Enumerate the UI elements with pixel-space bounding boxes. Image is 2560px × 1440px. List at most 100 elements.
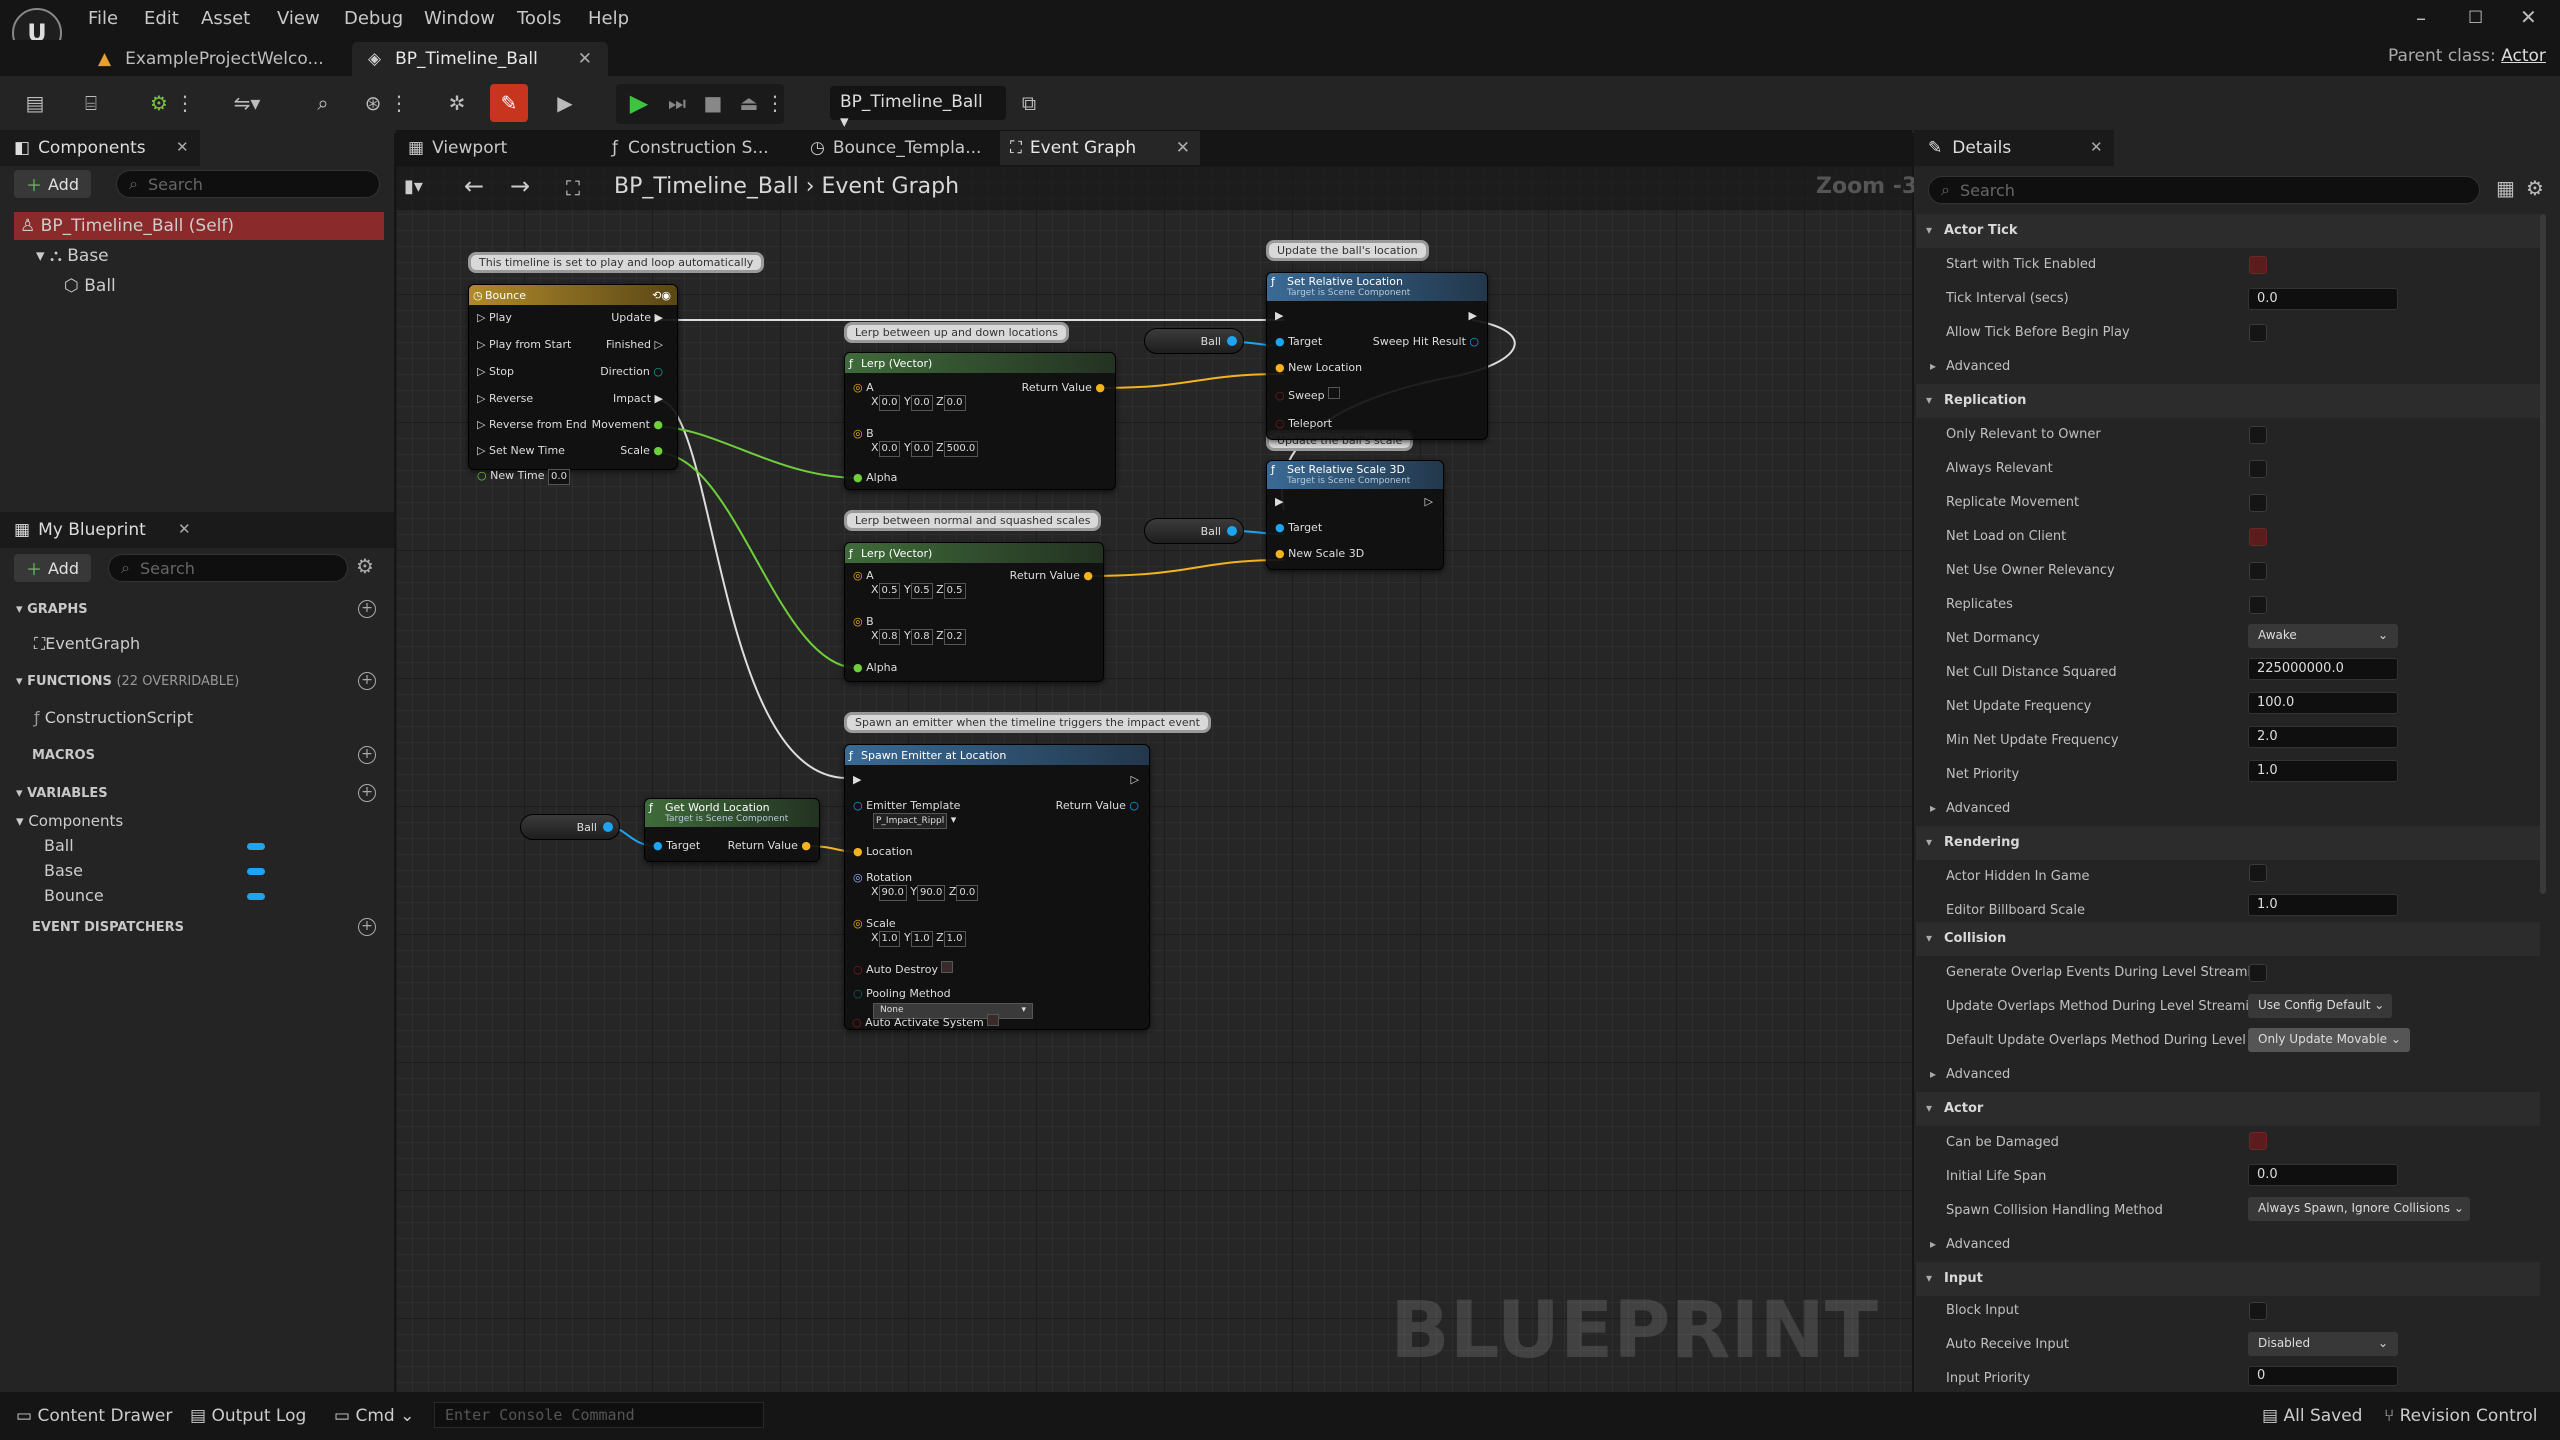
comment-update-location[interactable]: Update the ball's location bbox=[1266, 240, 1429, 261]
net-dormancy-dropdown[interactable]: Awake ⌄ bbox=[2248, 624, 2398, 648]
menu-view[interactable]: View bbox=[277, 8, 320, 29]
pin-reverse[interactable]: ▷ Reverse bbox=[477, 392, 533, 405]
replicates-checkbox[interactable] bbox=[2249, 596, 2267, 614]
add-variable-icon[interactable]: + bbox=[358, 784, 376, 802]
variable-ball[interactable]: Ball bbox=[44, 836, 74, 855]
pin-return-value[interactable]: Return Value ● bbox=[1022, 381, 1105, 394]
hide-pins-icon[interactable]: ⊛ bbox=[354, 84, 392, 122]
pin-new-location[interactable]: ● New Location bbox=[1275, 361, 1362, 374]
component-self[interactable]: ♙ BP_Timeline_Ball (Self) bbox=[20, 216, 234, 236]
minimize-icon[interactable]: – bbox=[2416, 6, 2426, 30]
section-collision[interactable]: ▾ Collision bbox=[1916, 922, 2540, 956]
class-defaults-icon[interactable]: ✎ bbox=[490, 84, 528, 122]
node-set-relative-scale[interactable]: ƒ Set Relative Scale 3D Target is Scene Co… bbox=[1266, 460, 1444, 570]
section-replication[interactable]: ▾ Replication bbox=[1916, 384, 2540, 418]
pin-exec-in[interactable]: ▶ bbox=[853, 773, 861, 786]
pin-alpha[interactable]: ● Alpha bbox=[853, 661, 897, 674]
tab-components[interactable]: ◧ Components bbox=[0, 130, 200, 166]
menu-asset[interactable]: Asset bbox=[201, 8, 250, 29]
pin-reverse-from-end[interactable]: ▷ Reverse from End bbox=[477, 418, 587, 431]
tab-example-project[interactable]: ▲ ExampleProjectWelco... bbox=[82, 42, 352, 76]
close-window-icon[interactable]: ✕ bbox=[2520, 5, 2537, 29]
pin-a[interactable]: ◎ A bbox=[853, 381, 874, 394]
maximize-icon[interactable]: ☐ bbox=[2468, 8, 2483, 28]
add-macro-icon[interactable]: + bbox=[358, 746, 376, 764]
hide-pins-options-icon[interactable]: ⋮ bbox=[389, 84, 409, 122]
pin-auto-activate[interactable]: ○ Auto Activate System bbox=[852, 1014, 1000, 1029]
pin-auto-destroy[interactable]: ○ Auto Destroy bbox=[853, 961, 954, 976]
b-fields[interactable]: X 0.8 Y 0.8 Z 0.2 bbox=[871, 629, 966, 645]
auto-receive-dropdown[interactable]: Disabled ⌄ bbox=[2248, 1332, 2398, 1356]
menu-help[interactable]: Help bbox=[588, 8, 629, 29]
cmd-dropdown[interactable]: ▭ Cmd ⌄ bbox=[334, 1406, 414, 1426]
pin-target[interactable]: ● Target bbox=[1275, 521, 1322, 534]
node-spawn-emitter[interactable]: ƒ Spawn Emitter at Location ▶ ▷ ○ Emitter… bbox=[844, 744, 1150, 1030]
component-ball[interactable]: ⬡ Ball bbox=[64, 276, 116, 296]
pin-exec-in[interactable]: ▶ bbox=[1275, 495, 1283, 508]
table-view-icon[interactable]: ▦ bbox=[2496, 176, 2515, 200]
allow-tick-checkbox[interactable] bbox=[2249, 324, 2267, 342]
node-lerp-location[interactable]: ƒ Lerp (Vector) ◎ A X 0.0 Y 0.0 Z 0.0 ◎ B X0… bbox=[844, 352, 1116, 490]
section-macros[interactable]: MACROS bbox=[32, 748, 95, 763]
pin-exec-out[interactable]: ▶ bbox=[1469, 309, 1477, 322]
only-relevant-checkbox[interactable] bbox=[2249, 426, 2267, 444]
menu-edit[interactable]: Edit bbox=[144, 8, 179, 29]
tab-event-graph[interactable]: ⛶ Event Graph ✕ bbox=[1000, 131, 1200, 165]
section-variables[interactable]: ▾ VARIABLES bbox=[16, 786, 108, 801]
node-ball-var-1[interactable]: Ball bbox=[1144, 328, 1244, 354]
stop-icon[interactable]: ■ bbox=[694, 84, 732, 122]
node-ball-var-3[interactable]: Ball bbox=[520, 814, 620, 840]
pin-movement[interactable]: Movement ● bbox=[592, 418, 663, 431]
section-actor[interactable]: ▾ Actor bbox=[1916, 1092, 2540, 1126]
pin-play[interactable]: ▷ Play bbox=[477, 311, 512, 324]
add-graph-icon[interactable]: + bbox=[358, 600, 376, 618]
components-search[interactable]: ⌕ Search bbox=[116, 170, 380, 198]
menu-file[interactable]: File bbox=[88, 8, 118, 29]
variable-category-components[interactable]: ▾ Components bbox=[16, 812, 123, 830]
add-event-dispatcher-icon[interactable]: + bbox=[358, 918, 376, 936]
pin-exec-out[interactable]: ▷ bbox=[1425, 495, 1433, 508]
pin-alpha[interactable]: ● Alpha bbox=[853, 471, 897, 484]
emitter-template-dropdown[interactable]: P_Impact_Rippl ▾ bbox=[873, 813, 956, 829]
net-priority-field[interactable]: 1.0 bbox=[2248, 760, 2398, 782]
pin-new-scale[interactable]: ● New Scale 3D bbox=[1275, 547, 1364, 560]
block-input-checkbox[interactable] bbox=[2249, 1302, 2267, 1320]
settings-gear-icon[interactable]: ⚙ bbox=[2526, 176, 2544, 200]
breadcrumb-blueprint[interactable]: BP_Timeline_Ball bbox=[614, 174, 799, 199]
close-my-blueprint-icon[interactable]: ✕ bbox=[178, 520, 191, 538]
simulation-icon[interactable]: ▶ bbox=[546, 84, 584, 122]
output-log-button[interactable]: ▤ Output Log bbox=[190, 1406, 306, 1426]
pin-exec-out[interactable]: ▷ bbox=[1131, 773, 1139, 786]
section-graphs[interactable]: ▾ GRAPHS bbox=[16, 602, 88, 617]
tab-bp-timeline-ball[interactable]: ◈ BP_Timeline_Ball ✕ bbox=[352, 42, 608, 76]
close-details-icon[interactable]: ✕ bbox=[2090, 138, 2103, 156]
save-icon[interactable]: ▤ bbox=[16, 84, 54, 122]
graph-canvas[interactable]: This timeline is set to play and loop au… bbox=[396, 166, 1912, 1392]
pin-play-from-start[interactable]: ▷ Play from Start bbox=[477, 338, 571, 351]
pin-target[interactable]: ● Target bbox=[1275, 335, 1322, 348]
eject-icon[interactable]: ⏏ bbox=[730, 84, 768, 122]
compile-icon[interactable]: ⚙ bbox=[140, 84, 178, 122]
console-input[interactable]: Enter Console Command bbox=[434, 1402, 764, 1428]
bookmark-icon[interactable]: ▮▾ bbox=[404, 176, 423, 197]
a-fields[interactable]: X 0.0 Y 0.0 Z 0.0 bbox=[871, 395, 966, 411]
pin-sweep[interactable]: ○ Sweep bbox=[1275, 387, 1341, 402]
tab-bounce-template[interactable]: ◷ Bounce_Templa... bbox=[800, 131, 991, 165]
pin-return-value[interactable]: Return Value ● bbox=[1010, 569, 1093, 582]
a-fields[interactable]: X 0.5 Y 0.5 Z 0.5 bbox=[871, 583, 966, 599]
all-saved-button[interactable]: ▤ All Saved bbox=[2262, 1406, 2362, 1426]
my-blueprint-search[interactable]: ⌕ Search bbox=[108, 554, 348, 582]
function-construction-script[interactable]: ƒ ConstructionScript bbox=[34, 708, 193, 727]
pin-set-new-time[interactable]: ▷ Set New Time bbox=[477, 444, 565, 457]
node-ball-var-2[interactable]: Ball bbox=[1144, 518, 1244, 544]
comment-timeline[interactable]: This timeline is set to play and loop au… bbox=[468, 252, 765, 273]
row-advanced-2[interactable]: ▸ Advanced bbox=[1930, 792, 2540, 826]
add-component-button[interactable]: ＋ Add bbox=[14, 170, 91, 198]
net-cull-field[interactable]: 225000000.0 bbox=[2248, 658, 2398, 680]
pin-stop[interactable]: ▷ Stop bbox=[477, 365, 514, 378]
pin-direction[interactable]: Direction ○ bbox=[600, 365, 663, 378]
hidden-in-game-checkbox[interactable] bbox=[2249, 864, 2267, 882]
forward-arrow-icon[interactable]: → bbox=[510, 172, 530, 200]
section-actor-tick[interactable]: ▾ Actor Tick bbox=[1916, 214, 2540, 248]
pin-return-value[interactable]: Return Value ○ bbox=[1056, 799, 1139, 812]
